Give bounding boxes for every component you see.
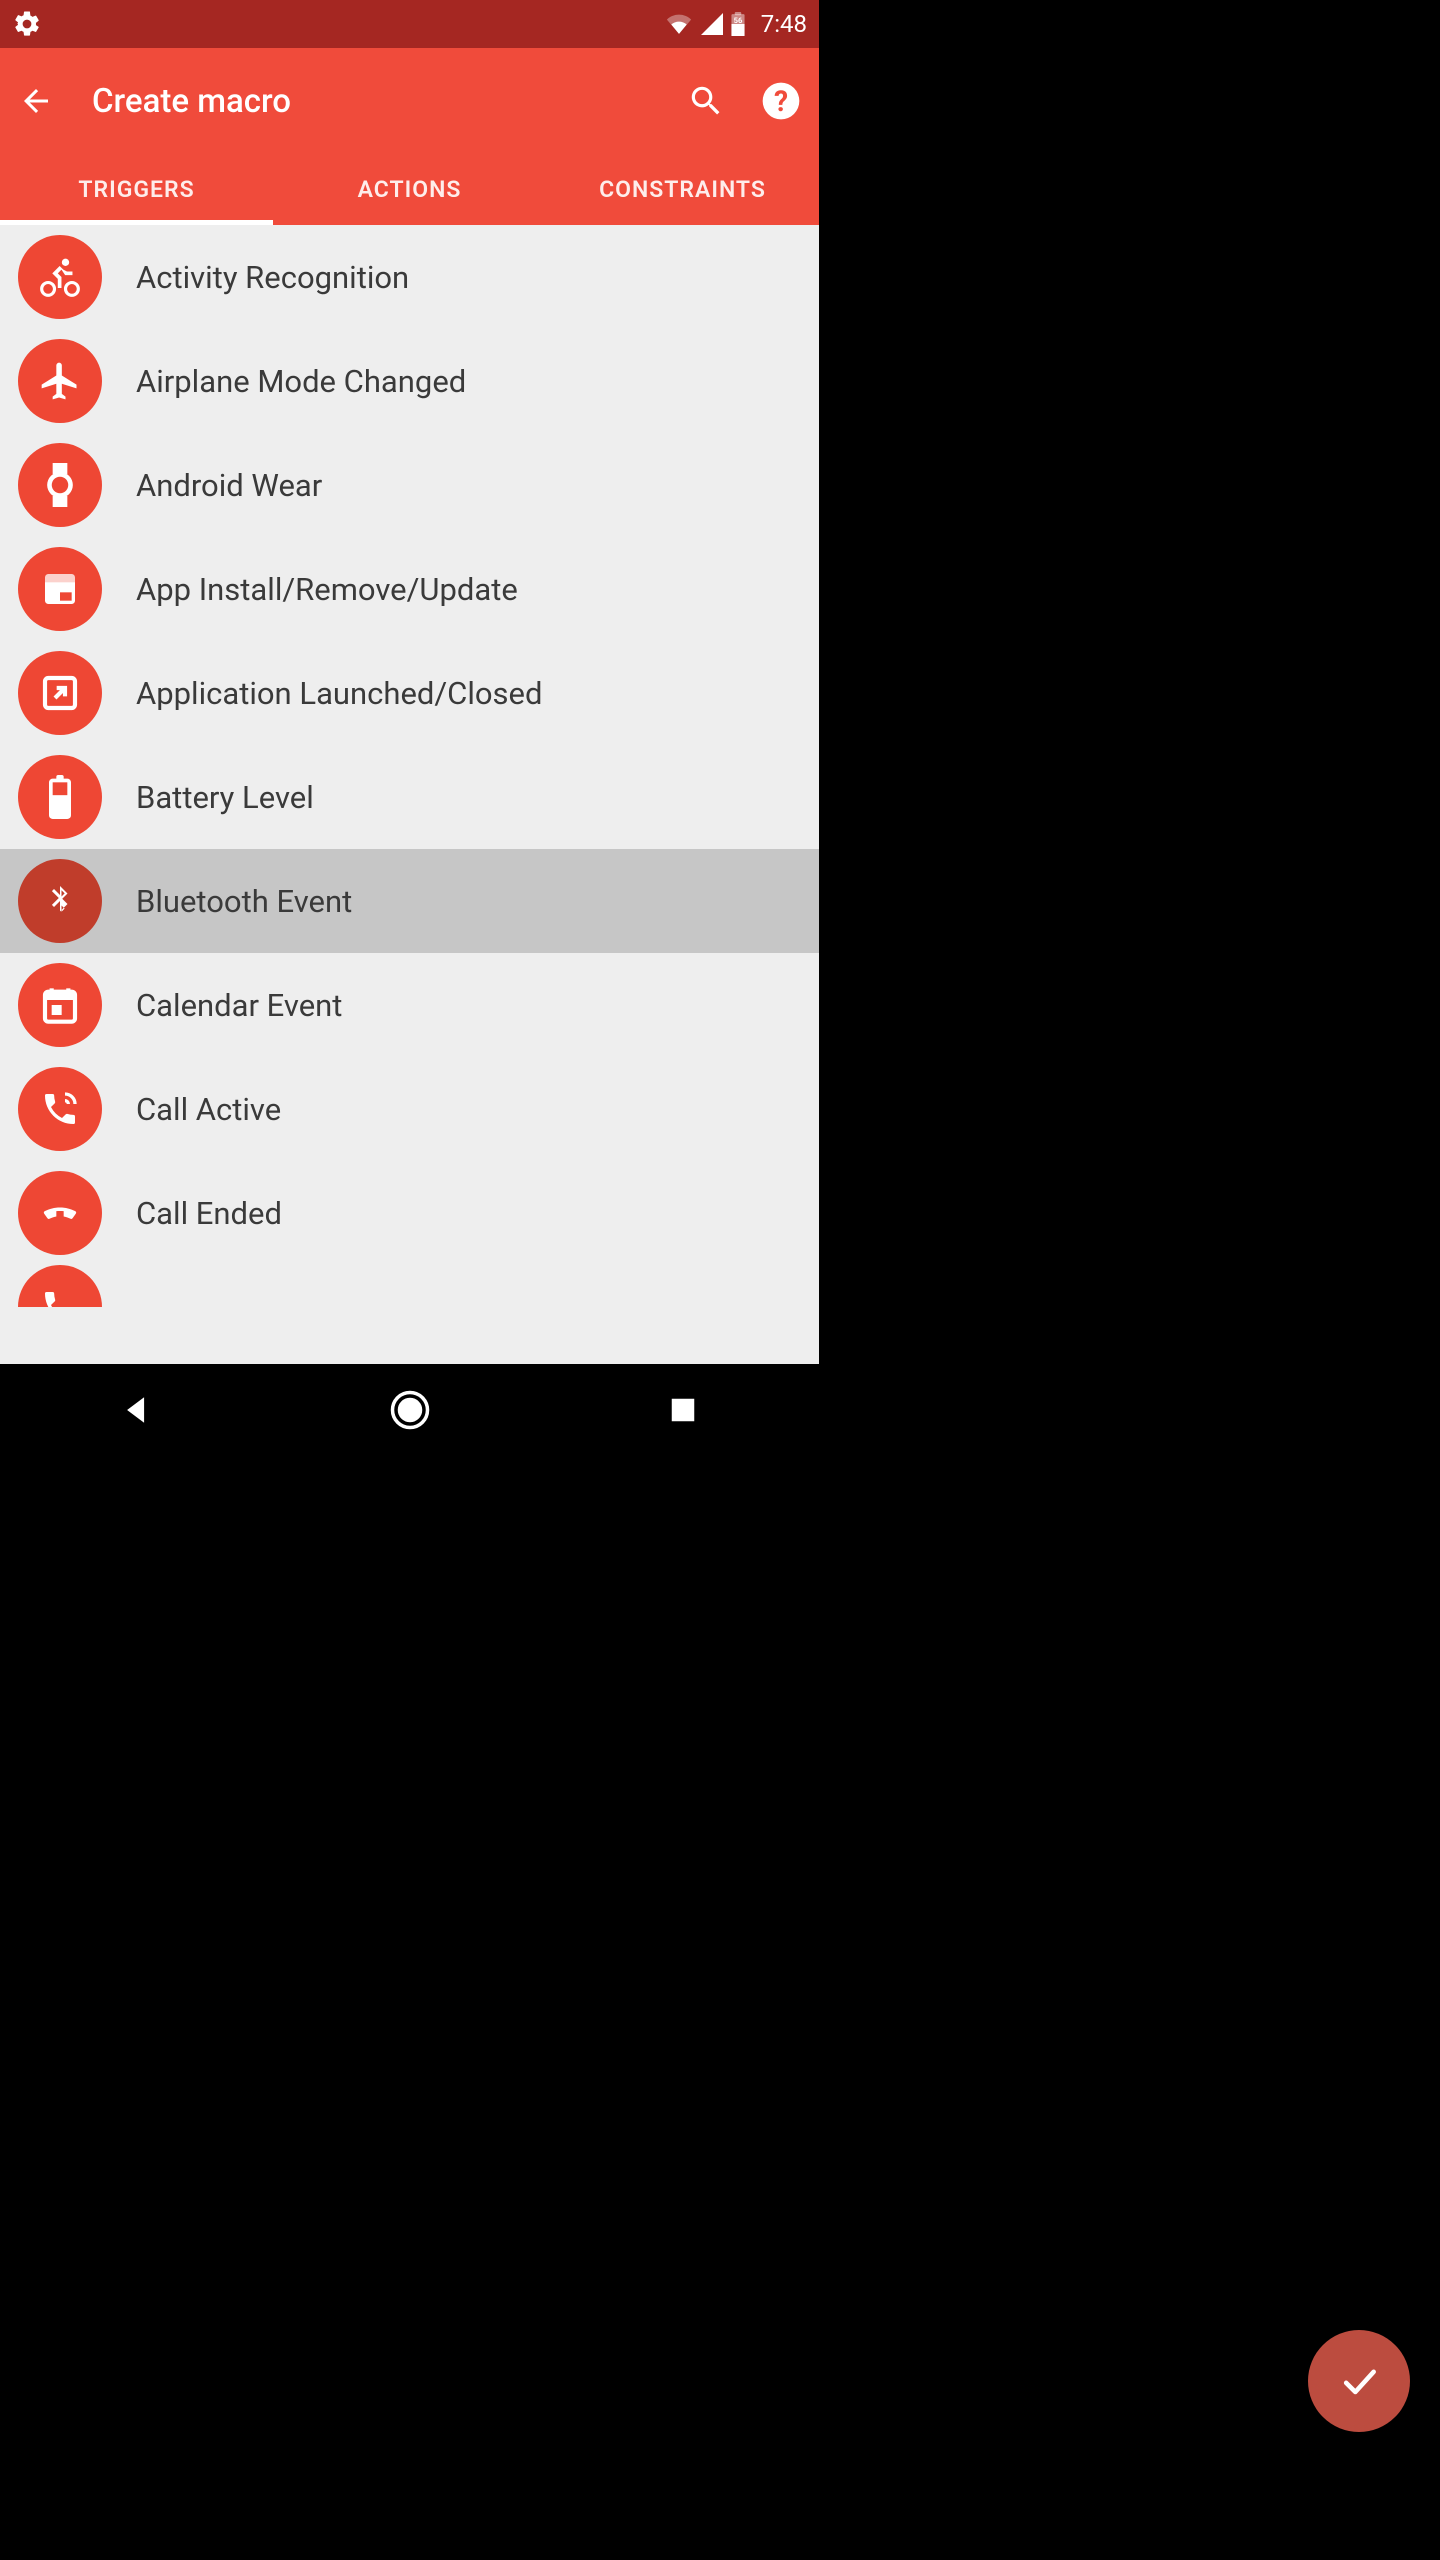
tab-constraints[interactable]: CONSTRAINTS bbox=[546, 154, 819, 225]
calendar-icon bbox=[18, 963, 102, 1047]
trigger-list[interactable]: Activity Recognition Airplane Mode Chang… bbox=[0, 225, 819, 1364]
status-bar: 56 7:48 bbox=[0, 0, 819, 48]
battery-status-icon: 56 bbox=[729, 12, 747, 36]
nav-back-button[interactable] bbox=[77, 1393, 197, 1427]
status-left bbox=[12, 9, 42, 39]
list-item[interactable]: Calendar Event bbox=[0, 953, 819, 1057]
status-time: 7:48 bbox=[761, 10, 807, 38]
back-arrow-icon[interactable] bbox=[18, 83, 54, 119]
cell-signal-icon bbox=[699, 13, 723, 35]
watch-icon bbox=[18, 443, 102, 527]
package-icon bbox=[18, 547, 102, 631]
svg-text:?: ? bbox=[774, 85, 788, 118]
screen: 56 7:48 Create macro ? TRIGGERS ACTI bbox=[0, 0, 819, 1456]
system-nav-bar bbox=[0, 1364, 819, 1456]
bluetooth-icon bbox=[18, 859, 102, 943]
airplane-icon bbox=[18, 339, 102, 423]
list-item[interactable]: Bluetooth Event bbox=[0, 849, 819, 953]
confirm-fab[interactable] bbox=[1308, 2330, 1410, 2432]
battery-icon bbox=[18, 755, 102, 839]
list-item[interactable]: Call Active bbox=[0, 1057, 819, 1161]
phone-icon bbox=[18, 1265, 102, 1307]
check-icon bbox=[1337, 2359, 1381, 2403]
settings-gear-icon bbox=[12, 9, 42, 39]
app-launch-icon bbox=[18, 651, 102, 735]
toolbar: Create macro ? bbox=[0, 48, 819, 154]
app-bar: Create macro ? TRIGGERS ACTIONS CONSTRAI… bbox=[0, 48, 819, 225]
bike-icon bbox=[18, 235, 102, 319]
tab-bar: TRIGGERS ACTIONS CONSTRAINTS bbox=[0, 154, 819, 225]
list-item[interactable]: Application Launched/Closed bbox=[0, 641, 819, 745]
call-active-icon bbox=[18, 1067, 102, 1151]
list-item-label: Calendar Event bbox=[136, 987, 342, 1024]
list-item[interactable]: Activity Recognition bbox=[0, 225, 819, 329]
list-item-label: Call Active bbox=[136, 1091, 281, 1128]
list-item-label: Application Launched/Closed bbox=[136, 675, 542, 712]
list-item[interactable]: Battery Level bbox=[0, 745, 819, 849]
list-item[interactable]: Call Ended bbox=[0, 1161, 819, 1265]
list-item[interactable]: App Install/Remove/Update bbox=[0, 537, 819, 641]
list-item-label: App Install/Remove/Update bbox=[136, 571, 518, 608]
help-icon[interactable]: ? bbox=[761, 81, 801, 121]
nav-home-button[interactable] bbox=[350, 1389, 470, 1431]
list-item-label: Bluetooth Event bbox=[136, 883, 352, 920]
list-item-label: Call Ended bbox=[136, 1195, 282, 1232]
tab-label: TRIGGERS bbox=[78, 176, 194, 203]
svg-text:56: 56 bbox=[733, 16, 742, 25]
tab-label: ACTIONS bbox=[358, 176, 462, 203]
toolbar-actions: ? bbox=[687, 81, 801, 121]
list-item[interactable]: Airplane Mode Changed bbox=[0, 329, 819, 433]
search-icon[interactable] bbox=[687, 82, 725, 120]
nav-recents-button[interactable] bbox=[623, 1395, 743, 1425]
call-ended-icon bbox=[18, 1171, 102, 1255]
tab-label: CONSTRAINTS bbox=[599, 176, 766, 203]
tab-triggers[interactable]: TRIGGERS bbox=[0, 154, 273, 225]
list-item-label: Activity Recognition bbox=[136, 259, 409, 296]
list-item-label: Airplane Mode Changed bbox=[136, 363, 466, 400]
list-item-label: Battery Level bbox=[136, 779, 314, 816]
tab-actions[interactable]: ACTIONS bbox=[273, 154, 546, 225]
page-title: Create macro bbox=[92, 82, 687, 121]
list-item[interactable] bbox=[0, 1265, 819, 1307]
status-right: 56 7:48 bbox=[665, 10, 807, 38]
wifi-icon bbox=[665, 13, 693, 35]
list-item[interactable]: Android Wear bbox=[0, 433, 819, 537]
list-item-label: Android Wear bbox=[136, 467, 322, 504]
